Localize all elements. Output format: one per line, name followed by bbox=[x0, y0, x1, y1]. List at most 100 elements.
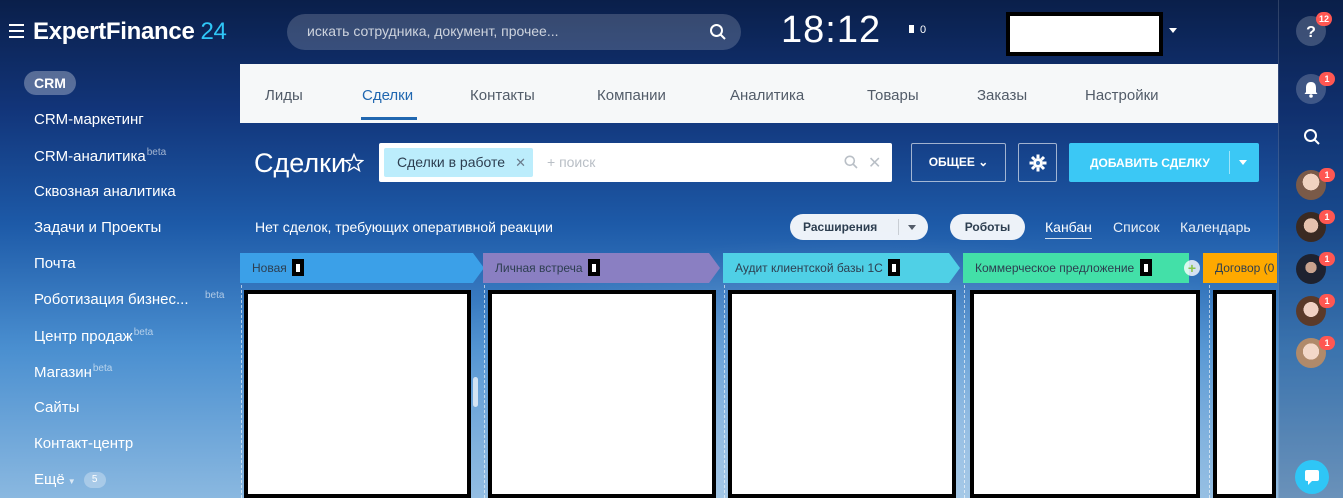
chevron-down-icon[interactable] bbox=[1239, 160, 1247, 165]
kanban-column-header[interactable]: Договор (0 bbox=[1203, 253, 1277, 283]
beta-label: beta bbox=[146, 147, 167, 158]
kanban-column-header[interactable]: Аудит клиентской базы 1С bbox=[723, 253, 960, 283]
sidebar-item-crm-analytics[interactable]: CRM-аналитикаbeta bbox=[34, 147, 166, 165]
divider bbox=[898, 219, 899, 235]
sidebar-item-crm-marketing[interactable]: CRM-маркетинг bbox=[34, 111, 144, 128]
column-title: Договор (0 bbox=[1215, 261, 1275, 275]
flag-count: 0 bbox=[920, 24, 927, 36]
tab-orders[interactable]: Заказы bbox=[977, 87, 1027, 104]
search-icon[interactable] bbox=[844, 155, 858, 169]
extensions-button[interactable]: Расширения bbox=[790, 214, 928, 240]
kanban-column-body bbox=[724, 285, 956, 498]
chat-icon bbox=[1305, 470, 1319, 485]
avatar-badge: 1 bbox=[1319, 294, 1335, 308]
chevron-down-icon[interactable] bbox=[908, 225, 916, 230]
divider bbox=[1229, 151, 1230, 174]
kanban-column-header[interactable]: Личная встреча bbox=[483, 253, 720, 283]
column-scrollbar[interactable] bbox=[473, 377, 478, 407]
sidebar-item-tasks[interactable]: Задачи и Проекты bbox=[34, 219, 161, 236]
robots-button[interactable]: Роботы bbox=[950, 214, 1025, 240]
page-title: Сделки bbox=[254, 148, 347, 178]
tab-leads[interactable]: Лиды bbox=[265, 87, 303, 104]
view-list[interactable]: Список bbox=[1113, 219, 1160, 235]
kanban-column-body bbox=[241, 285, 476, 498]
chevron-down-icon: ▼ bbox=[67, 477, 76, 486]
tab-analytics[interactable]: Аналитика bbox=[730, 87, 804, 104]
sidebar-item-more[interactable]: Ещё ▼ 5 bbox=[34, 471, 106, 489]
beta-label: beta bbox=[205, 290, 225, 301]
chat-button[interactable] bbox=[1295, 460, 1329, 494]
search-icon[interactable] bbox=[1303, 128, 1321, 146]
extensions-label: Расширения bbox=[803, 220, 878, 234]
deal-card-redacted[interactable] bbox=[728, 290, 956, 498]
clock[interactable]: 18:12 bbox=[781, 9, 881, 52]
star-icon[interactable] bbox=[344, 153, 364, 173]
tab-settings[interactable]: Настройки bbox=[1085, 87, 1159, 104]
filter-search-input[interactable] bbox=[547, 154, 817, 170]
beta-label: beta bbox=[133, 327, 154, 338]
beta-label: beta bbox=[92, 363, 113, 374]
add-column-icon[interactable]: + bbox=[1184, 260, 1200, 276]
filter-search-box[interactable]: Сделки в работе ✕ ✕ bbox=[379, 143, 892, 182]
kanban-column-body bbox=[964, 285, 1200, 498]
column-title: Коммерческое предложение bbox=[975, 261, 1135, 275]
avatar-badge: 1 bbox=[1319, 336, 1335, 350]
sidebar-item-contact-center[interactable]: Контакт-центр bbox=[34, 435, 133, 452]
avatar-badge: 1 bbox=[1319, 168, 1335, 182]
right-panel: ? 12 1 1 1 1 1 1 bbox=[1278, 0, 1343, 498]
close-icon[interactable]: ✕ bbox=[515, 148, 526, 177]
flag-counter[interactable]: 0 bbox=[909, 24, 926, 36]
add-deal-label: ДОБАВИТЬ СДЕЛКУ bbox=[1090, 156, 1210, 170]
sidebar-item-robotization[interactable]: Роботизация бизнес... bbox=[34, 291, 189, 308]
deal-card-redacted[interactable] bbox=[488, 290, 716, 498]
logo-number: 24 bbox=[200, 18, 227, 45]
chevron-down-icon: ⌄ bbox=[978, 155, 989, 169]
clear-icon[interactable]: ✕ bbox=[868, 153, 881, 173]
add-deal-button[interactable]: ДОБАВИТЬ СДЕЛКУ bbox=[1069, 143, 1259, 182]
column-count-redacted bbox=[1139, 259, 1152, 277]
logo[interactable]: ExpertFinance 24 bbox=[33, 18, 227, 46]
sidebar-item-crm[interactable]: CRM bbox=[24, 71, 76, 95]
column-count-redacted bbox=[888, 259, 901, 277]
svg-text:?: ? bbox=[1306, 24, 1316, 41]
menu-icon[interactable] bbox=[9, 24, 24, 38]
deal-card-redacted[interactable] bbox=[970, 290, 1200, 498]
kanban-column-body bbox=[484, 285, 716, 498]
kanban-column-header[interactable]: Коммерческое предложение bbox=[963, 253, 1189, 283]
settings-button[interactable] bbox=[1018, 143, 1057, 182]
column-title: Аудит клиентской базы 1С bbox=[735, 261, 883, 275]
no-deals-message: Нет сделок, требующих оперативной реакци… bbox=[255, 219, 553, 235]
sidebar-item-mail[interactable]: Почта bbox=[34, 255, 76, 272]
view-kanban[interactable]: Канбан bbox=[1045, 219, 1092, 239]
global-search[interactable] bbox=[287, 14, 741, 50]
help-badge: 12 bbox=[1316, 12, 1333, 26]
tab-deals[interactable]: Сделки bbox=[362, 87, 413, 104]
avatar-badge: 1 bbox=[1319, 210, 1335, 224]
search-input[interactable] bbox=[307, 23, 697, 39]
avatar-badge: 1 bbox=[1319, 252, 1335, 266]
sidebar-item-shop[interactable]: Магазинbeta bbox=[34, 363, 112, 381]
active-tab-indicator bbox=[361, 117, 417, 120]
deal-card-redacted[interactable] bbox=[1213, 290, 1276, 498]
user-profile-redacted[interactable] bbox=[1006, 12, 1163, 56]
kanban-column-body bbox=[1209, 285, 1277, 498]
column-count-redacted bbox=[587, 259, 600, 277]
general-button[interactable]: ОБЩЕЕ ⌄ bbox=[911, 143, 1006, 182]
general-button-label: ОБЩЕЕ bbox=[928, 155, 975, 169]
tab-products[interactable]: Товары bbox=[867, 87, 919, 104]
search-icon[interactable] bbox=[709, 23, 727, 41]
sidebar-item-sites[interactable]: Сайты bbox=[34, 399, 79, 416]
filter-chip[interactable]: Сделки в работе ✕ bbox=[384, 148, 534, 177]
filter-chip-label: Сделки в работе bbox=[397, 154, 506, 170]
sidebar-item-sales-center[interactable]: Центр продажbeta bbox=[34, 327, 153, 345]
tab-contacts[interactable]: Контакты bbox=[470, 87, 535, 104]
crm-tabs: Лиды Сделки Контакты Компании Аналитика … bbox=[240, 64, 1278, 123]
notifications-badge: 1 bbox=[1319, 72, 1335, 86]
deal-card-redacted[interactable] bbox=[244, 290, 471, 498]
view-calendar[interactable]: Календарь bbox=[1180, 219, 1251, 235]
gear-icon bbox=[1029, 154, 1047, 172]
kanban-column-header[interactable]: Новая bbox=[240, 253, 484, 283]
sidebar-item-end-to-end-analytics[interactable]: Сквозная аналитика bbox=[34, 183, 176, 200]
tab-companies[interactable]: Компании bbox=[597, 87, 666, 104]
chevron-down-icon[interactable] bbox=[1169, 28, 1177, 33]
